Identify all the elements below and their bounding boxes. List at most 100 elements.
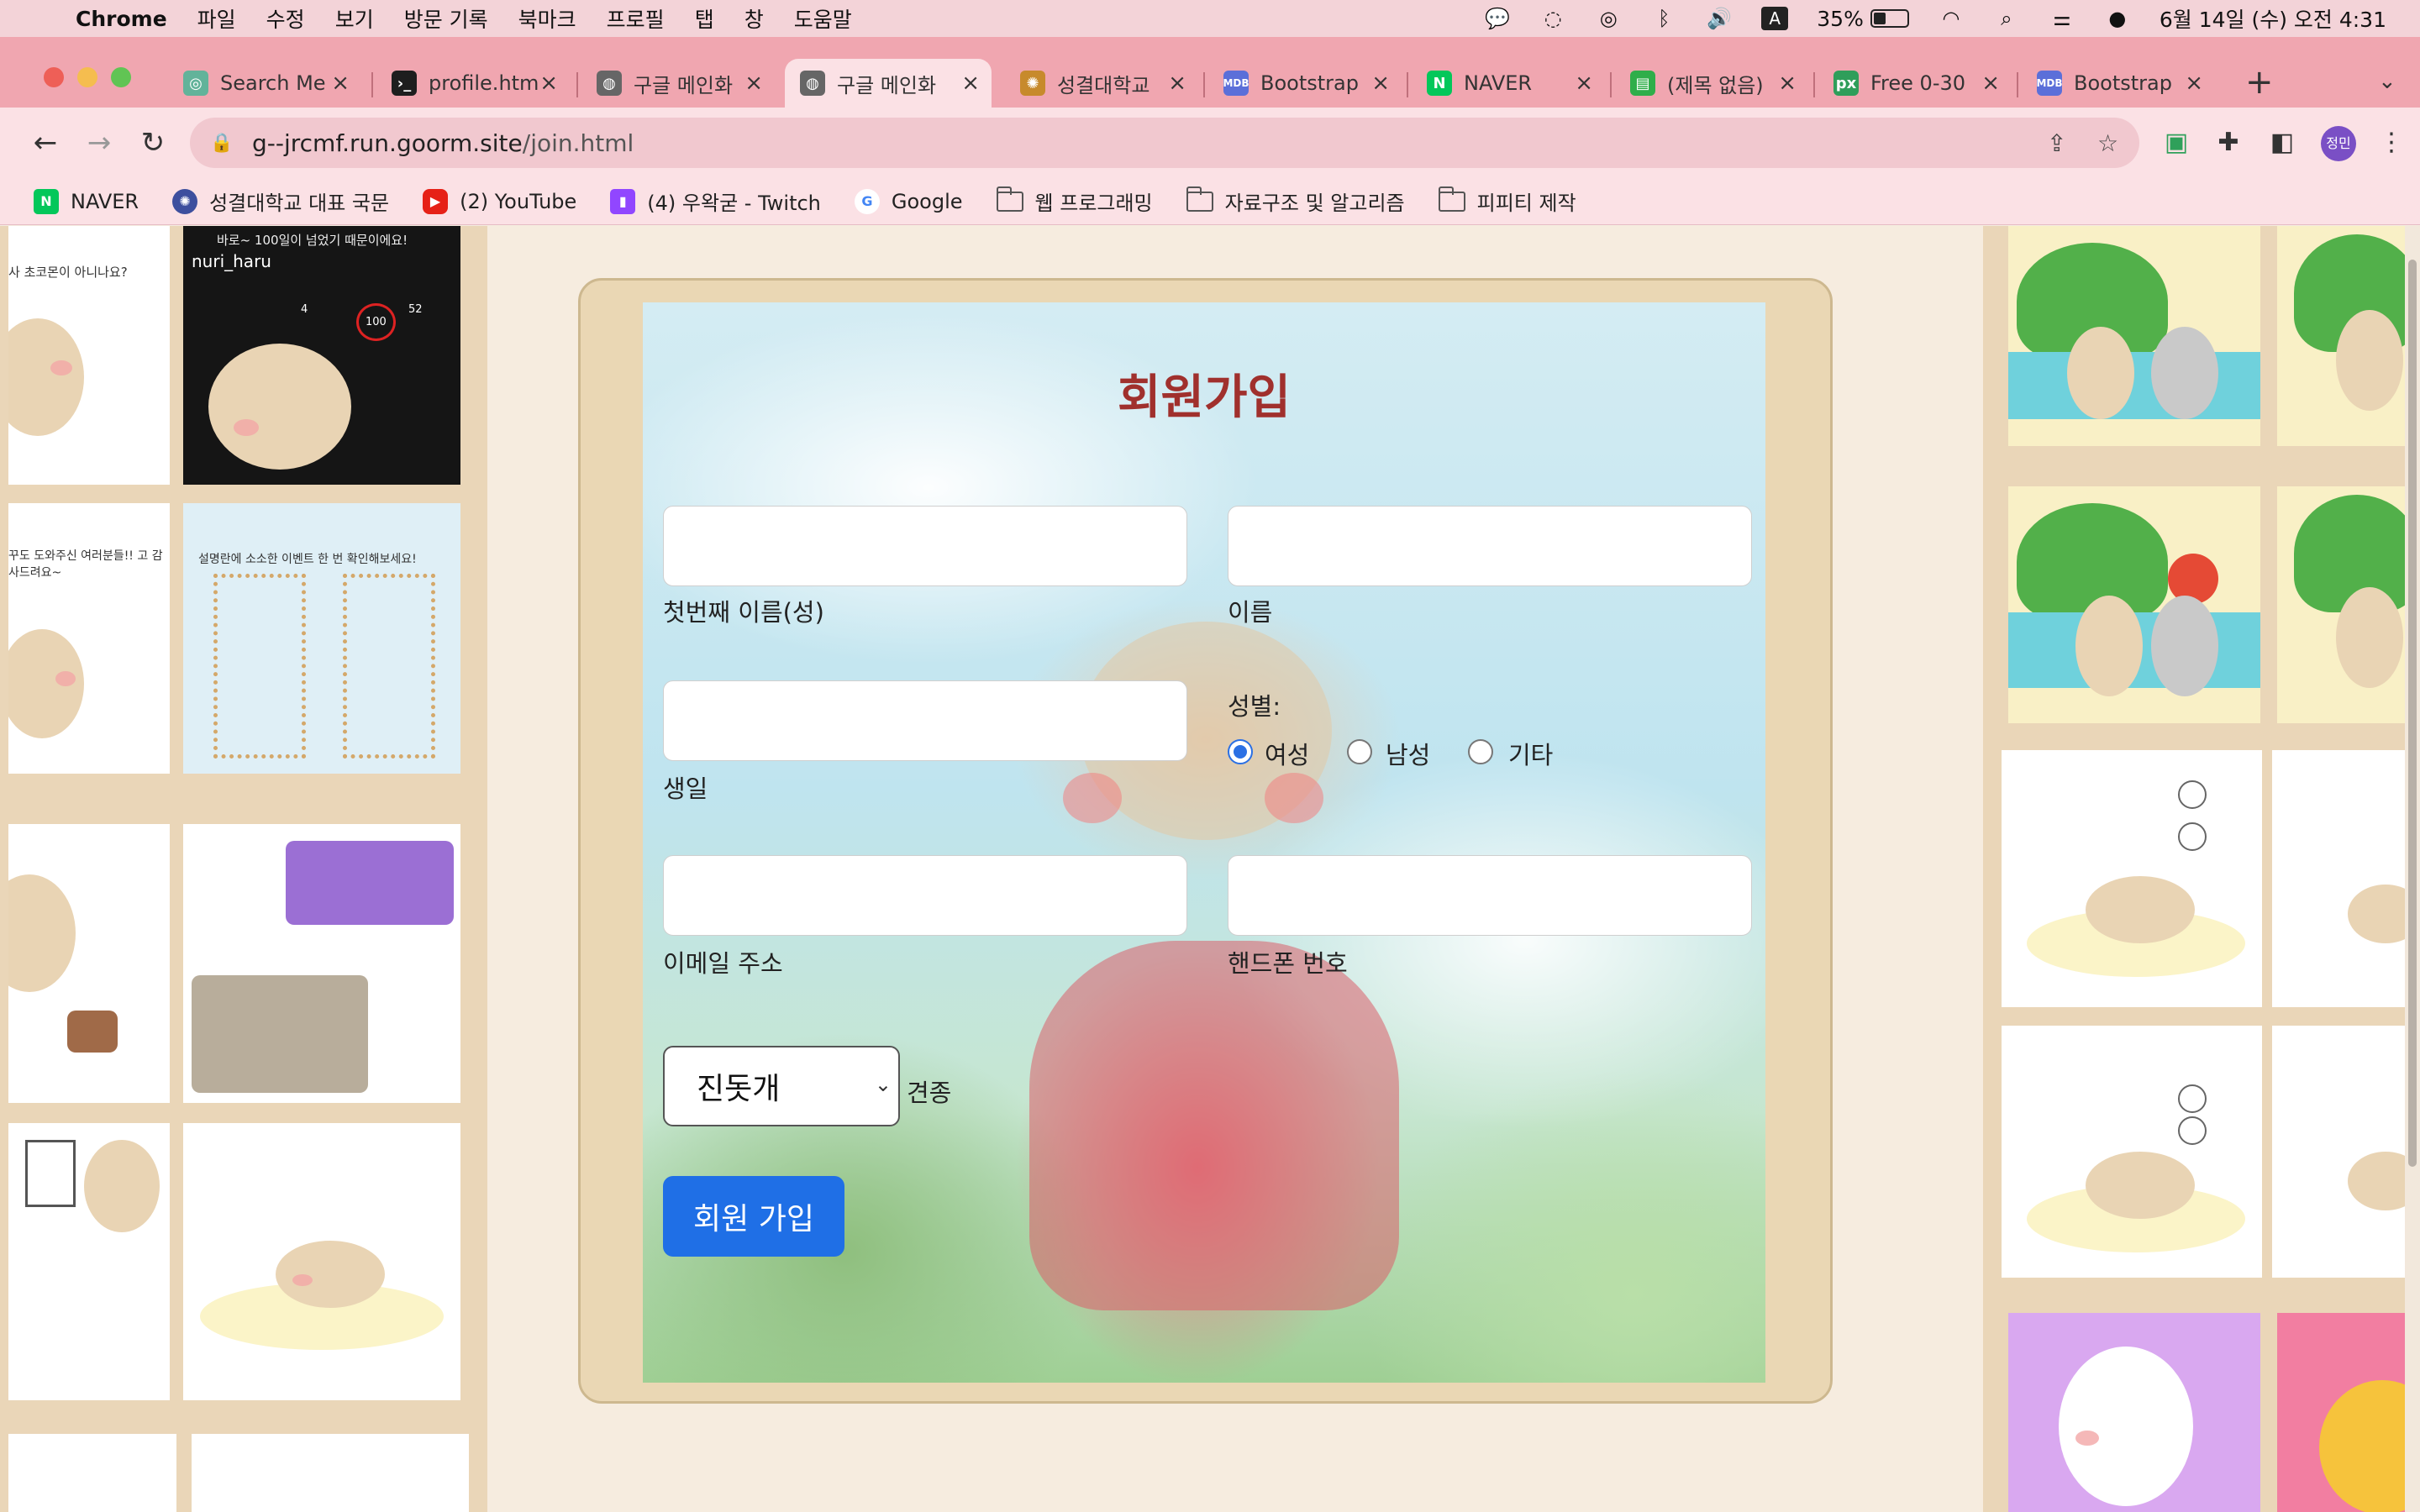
menu-help[interactable]: 도움말 — [794, 3, 852, 34]
signup-submit-button[interactable]: 회원 가입 — [663, 1176, 844, 1257]
gallery-thumb[interactable] — [8, 824, 170, 1103]
scrollbar-thumb[interactable] — [2408, 260, 2417, 1167]
first-name-input[interactable] — [1228, 506, 1752, 586]
bookmark-sungkyul[interactable]: ✺ 성결대학교 대표 국문 — [172, 186, 389, 216]
sync-status-icon[interactable]: ◌ — [1539, 7, 1566, 30]
forward-arrow-icon[interactable]: → — [79, 123, 119, 163]
siri-icon[interactable]: ● — [2104, 7, 2131, 30]
printer-extension-icon[interactable]: ▣ — [2160, 126, 2193, 160]
menu-bookmarks[interactable]: 북마크 — [518, 3, 576, 34]
gallery-thumb[interactable]: 바로~ 100일이 넘었기 때문이에요! nuri_haru 4 100 52 — [183, 226, 460, 485]
input-source-icon[interactable]: A — [1761, 7, 1789, 30]
gallery-thumb[interactable] — [2008, 1313, 2260, 1512]
menu-tab[interactable]: 탭 — [695, 3, 714, 34]
gallery-thumb[interactable] — [2272, 1026, 2420, 1278]
menu-profiles[interactable]: 프로필 — [607, 3, 665, 34]
gallery-thumb[interactable] — [183, 1123, 460, 1400]
back-arrow-icon[interactable]: ← — [25, 123, 66, 163]
tab-bootstrap-1[interactable]: MDB Bootstrap × — [1208, 59, 1402, 108]
close-tab-icon[interactable]: × — [1778, 71, 1797, 96]
gender-radio-female[interactable] — [1228, 739, 1253, 764]
tab-profile[interactable]: ›_ profile.htm × — [376, 59, 570, 108]
gallery-thumb[interactable] — [2277, 486, 2420, 723]
spotlight-search-icon[interactable]: ⌕ — [1993, 7, 2020, 30]
bookmark-naver[interactable]: N NAVER — [34, 188, 139, 214]
profile-avatar[interactable]: 정민 — [2321, 126, 2356, 161]
birthday-input[interactable] — [663, 680, 1187, 761]
messenger-status-icon[interactable]: 💬 — [1484, 7, 1511, 30]
close-tab-icon[interactable]: × — [1168, 71, 1186, 96]
close-tab-icon[interactable]: × — [539, 71, 558, 96]
tab-bootstrap-2[interactable]: MDB Bootstrap × — [2022, 59, 2215, 108]
tab-untitled[interactable]: ▤ (제목 없음) × — [1615, 59, 1808, 108]
last-name-input[interactable] — [663, 506, 1187, 586]
new-tab-button[interactable]: + — [2245, 66, 2274, 99]
bookmark-folder-ppt[interactable]: 피피티 제작 — [1438, 186, 1576, 216]
menu-edit[interactable]: 수정 — [266, 3, 305, 34]
menu-history[interactable]: 방문 기록 — [404, 3, 488, 34]
gallery-thumb[interactable] — [192, 1434, 469, 1512]
tab-search-me[interactable]: ◎ Search Me × — [168, 59, 361, 108]
close-tab-icon[interactable]: × — [2185, 71, 2203, 96]
gender-option-label: 기타 — [1508, 741, 1554, 769]
gallery-thumb[interactable] — [183, 824, 460, 1103]
share-icon[interactable]: ⇪ — [2047, 129, 2066, 157]
breed-select[interactable]: 진돗개 ⌄ — [663, 1046, 900, 1126]
menu-view[interactable]: 보기 — [335, 3, 374, 34]
bluetooth-icon[interactable]: ᛒ — [1650, 7, 1677, 30]
airdrop-icon[interactable]: ◎ — [1595, 7, 1622, 30]
tab-sungkyul[interactable]: ✺ 성결대학교 × — [1005, 59, 1198, 108]
gallery-thumb[interactable]: 설명란에 소소한 이벤트 한 번 확인해보세요! — [183, 503, 460, 774]
bookmark-youtube[interactable]: ▶ (2) YouTube — [423, 188, 576, 214]
tab-google-main-active[interactable]: ◍ 구글 메인화 × — [785, 59, 992, 108]
tab-search-chevron-icon[interactable]: ⌄ — [2378, 69, 2396, 94]
tab-naver[interactable]: N NAVER × — [1412, 59, 1605, 108]
tab-google-main-1[interactable]: ◍ 구글 메인화 × — [581, 59, 775, 108]
reload-icon[interactable]: ↻ — [133, 123, 173, 163]
gender-radio-other[interactable] — [1468, 739, 1493, 764]
close-tab-icon[interactable]: × — [331, 71, 350, 96]
menu-window[interactable]: 창 — [744, 3, 764, 34]
gallery-thumb[interactable] — [2002, 1026, 2262, 1278]
gallery-thumb[interactable]: 사 초코몬이 아니나요? — [8, 226, 170, 485]
close-tab-icon[interactable]: × — [1575, 71, 1593, 96]
gallery-thumb[interactable] — [8, 1434, 176, 1512]
close-tab-icon[interactable]: × — [1981, 71, 2000, 96]
address-bar[interactable]: 🔒 g--jrcmf.run.goorm.site/join.html ⇪ ☆ — [190, 118, 2139, 168]
control-center-icon[interactable]: ⚌ — [2049, 7, 2075, 30]
gallery-thumb[interactable] — [2008, 486, 2260, 723]
bookmark-google[interactable]: G Google — [854, 188, 963, 214]
gender-radio-male[interactable] — [1347, 739, 1372, 764]
volume-icon[interactable]: 🔊 — [1706, 7, 1733, 30]
kebab-menu-icon[interactable]: ⋮ — [2375, 126, 2408, 160]
gallery-thumb[interactable] — [2277, 1313, 2420, 1512]
minimize-window-button[interactable] — [77, 67, 97, 87]
close-window-button[interactable] — [44, 67, 64, 87]
gallery-thumb[interactable] — [2277, 226, 2420, 446]
phone-input[interactable] — [1228, 855, 1752, 936]
app-menu[interactable]: Chrome — [76, 7, 167, 31]
maximize-window-button[interactable] — [111, 67, 131, 87]
close-tab-icon[interactable]: × — [744, 71, 763, 96]
gallery-thumb[interactable] — [8, 1123, 170, 1400]
extensions-puzzle-icon[interactable]: ✚ — [2212, 126, 2245, 160]
battery-indicator[interactable]: 35% — [1817, 7, 1909, 31]
gallery-thumb[interactable] — [2002, 750, 2262, 1007]
bookmark-star-icon[interactable]: ☆ — [2097, 129, 2118, 157]
gallery-thumb[interactable] — [2272, 750, 2420, 1007]
bookmark-folder-web[interactable]: 웹 프로그래밍 — [996, 186, 1153, 216]
email-input[interactable] — [663, 855, 1187, 936]
gallery-thumb[interactable]: 꾸도 도와주신 여러분들!! 고 감사드려요~ — [8, 503, 170, 774]
lock-icon[interactable]: 🔒 — [210, 133, 244, 154]
gallery-thumb[interactable] — [2008, 226, 2260, 446]
menu-file[interactable]: 파일 — [197, 3, 236, 34]
close-tab-icon[interactable]: × — [1371, 71, 1390, 96]
menubar-clock[interactable]: 6월 14일 (수) 오전 4:31 — [2160, 3, 2386, 34]
close-tab-icon[interactable]: × — [961, 71, 980, 96]
wifi-icon[interactable]: ◠ — [1938, 7, 1965, 30]
side-panel-icon[interactable]: ◧ — [2265, 126, 2299, 160]
tab-free-px[interactable]: px Free 0-30 × — [1818, 59, 2012, 108]
page-scrollbar[interactable] — [2405, 226, 2420, 1512]
bookmark-twitch[interactable]: ▮ (4) 우왁굳 - Twitch — [610, 186, 821, 216]
bookmark-folder-ds[interactable]: 자료구조 및 알고리즘 — [1186, 186, 1405, 216]
